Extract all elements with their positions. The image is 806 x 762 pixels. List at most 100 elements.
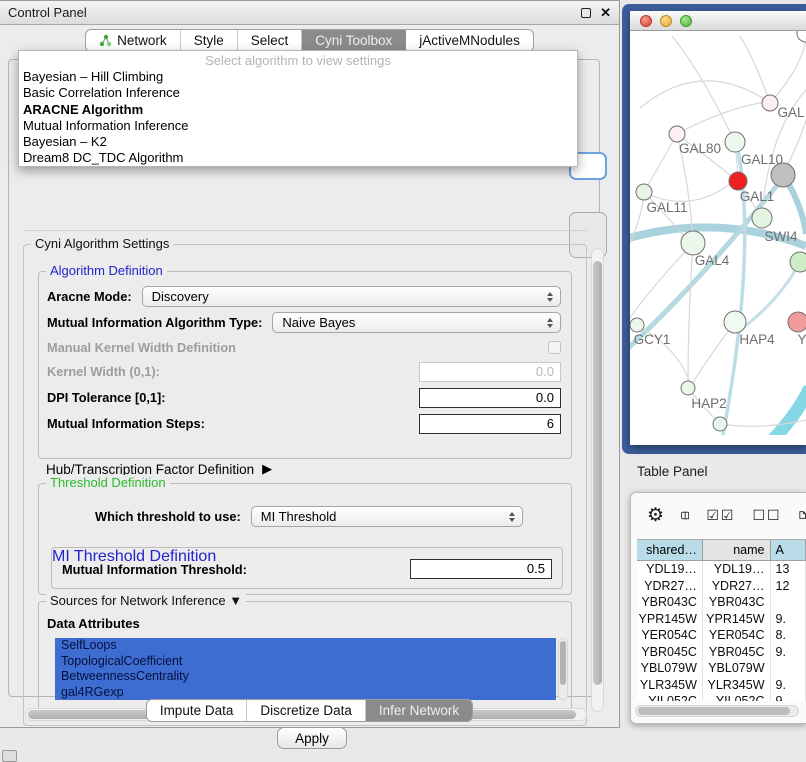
network-node[interactable] [771,163,795,187]
attributes-scrollbar[interactable] [558,638,568,700]
algorithm-option[interactable]: Bayesian – Hill Climbing [19,69,577,85]
table-cell: YBR045C [637,644,703,661]
network-node[interactable] [630,318,644,332]
table-row[interactable]: YDL19…YDL19…13 [637,561,806,578]
network-node[interactable] [713,417,727,431]
tab-jactivemnodules[interactable]: jActiveMNodules [406,30,533,51]
algorithm-option[interactable]: Mutual Information Inference [19,118,577,134]
algorithm-option[interactable]: ARACNE Algorithm [19,102,577,118]
table-horizontal-scrollbar[interactable] [635,705,799,717]
column-header-name[interactable]: name [703,540,771,560]
algorithm-definition-legend: Algorithm Definition [46,263,167,278]
tab-cyni-toolbox[interactable]: Cyni Toolbox [302,30,406,51]
which-threshold-value: MI Threshold [261,509,337,524]
network-node[interactable] [752,208,772,228]
network-node[interactable] [669,126,685,142]
mi-steps-field[interactable]: 6 [419,414,561,434]
table-row[interactable]: YIL052CYIL052C9. [637,693,806,701]
column-header-shared-name[interactable]: shared… [637,540,703,560]
table-row[interactable]: YPR145WYPR145W9. [637,611,806,628]
network-node[interactable] [725,132,745,152]
network-node[interactable] [729,172,747,190]
table-row[interactable]: YBL079WYBL079W [637,660,806,677]
tab-discretize-data[interactable]: Discretize Data [247,700,366,721]
table-cell [771,594,806,611]
network-node[interactable] [790,252,806,272]
table-cell: 13 [771,561,806,578]
network-canvas[interactable]: GALGAL80GAL10GAL1GAL11SWI4GAL4GCY1HAP4YH… [630,31,806,435]
checked-box-icon: ☑ [721,507,736,523]
table-cell: YBR045C [703,644,771,661]
attribute-list-item[interactable]: gal4RGexp [55,685,556,701]
network-node[interactable] [762,95,778,111]
gear-icon[interactable]: ⚙ [647,506,664,525]
attribute-list-item[interactable]: BetweennessCentrality [55,669,556,685]
control-panel-titlebar: Control Panel ✕ [0,1,619,25]
close-window-icon[interactable] [640,15,652,27]
mi-threshold-field[interactable]: 0.5 [410,559,552,579]
table-row[interactable]: YER054CYER054C8. [637,627,806,644]
apply-button[interactable]: Apply [277,727,347,749]
network-node[interactable] [724,311,746,333]
table-cell: YBL079W [703,660,771,677]
close-icon[interactable]: ✕ [600,8,611,18]
stepper-icon [547,318,553,328]
algorithm-option[interactable]: Dream8 DC_TDC Algorithm [19,150,577,166]
network-window: GALGAL80GAL10GAL1GAL11SWI4GAL4GCY1HAP4YH… [630,11,806,445]
collapsed-panel-icon[interactable] [2,750,17,762]
column-header-partial[interactable]: A [771,540,806,560]
manual-kernel-checkbox[interactable] [548,341,561,354]
export-table-icon[interactable] [799,505,806,525]
zoom-window-icon[interactable] [680,15,692,27]
sources-legend[interactable]: Sources for Network Inference ▼ [46,593,246,608]
network-node[interactable] [636,184,652,200]
columns-icon[interactable] [681,506,689,525]
tab-select[interactable]: Select [238,30,303,51]
minimize-window-icon[interactable] [660,15,672,27]
dpi-tolerance-field[interactable]: 0.0 [419,388,561,408]
table-row[interactable]: YLR345WYLR345W9. [637,677,806,694]
attribute-list-item[interactable]: SelfLoops [55,638,556,654]
table-panel-title: Table Panel [637,464,708,479]
network-node[interactable] [797,31,806,42]
mi-algorithm-type-select[interactable]: Naive Bayes [272,312,561,333]
table-row[interactable]: YBR043CYBR043C [637,594,806,611]
kernel-width-field[interactable]: 0.0 [419,362,561,382]
tab-style[interactable]: Style [181,30,238,51]
network-node[interactable] [681,381,695,395]
algorithm-dropdown-placeholder: Select algorithm to view settings [19,52,577,69]
table-row[interactable]: YDR27…YDR27…12 [637,578,806,595]
algorithm-option[interactable]: Bayesian – K2 [19,134,577,150]
algorithm-option[interactable]: Basic Correlation Inference [19,85,577,101]
table-body: YDL19…YDL19…13YDR27…YDR27…12YBR043CYBR04… [637,561,806,701]
network-node[interactable] [681,231,705,255]
network-node-label: SWI4 [764,229,797,244]
aracne-mode-value: Discovery [152,289,209,304]
dpi-tolerance-label: DPI Tolerance [0,1]: [47,390,166,405]
aracne-mode-select[interactable]: Discovery [142,286,561,307]
attribute-list-item[interactable]: TopologicalCoefficient [55,654,556,670]
sources-legend-label: Sources for Network Inference [50,593,226,608]
tab-label: Network [117,33,167,48]
network-node-label: HAP4 [739,332,775,347]
select-all-icon[interactable]: ☑☑ [706,507,735,524]
table-row[interactable]: YBR045CYBR045C9. [637,644,806,661]
collapse-arrow-icon: ▼ [229,593,242,608]
float-panel-icon[interactable] [581,8,591,18]
deselect-all-icon[interactable]: ☐☐ [752,507,781,524]
tab-network[interactable]: Network [86,30,181,51]
table-cell: YBR043C [703,594,771,611]
table-cell: YIL052C [637,693,703,701]
data-attributes-list[interactable]: SelfLoopsTopologicalCoefficientBetweenne… [55,638,556,700]
table-cell: 9. [771,611,806,628]
which-threshold-select[interactable]: MI Threshold [251,506,523,527]
network-node-label: GAL [777,105,805,120]
tab-infer-network[interactable]: Infer Network [366,700,472,721]
data-attributes-label: Data Attributes [47,616,140,631]
table-cell: 9. [771,693,806,701]
settings-vertical-scrollbar[interactable] [591,248,604,712]
tab-impute-data[interactable]: Impute Data [147,700,248,721]
network-node[interactable] [788,312,806,332]
node-table: shared… name A YDL19…YDL19…13YDR27…YDR27… [637,539,806,701]
network-node-label: GAL1 [740,189,775,204]
